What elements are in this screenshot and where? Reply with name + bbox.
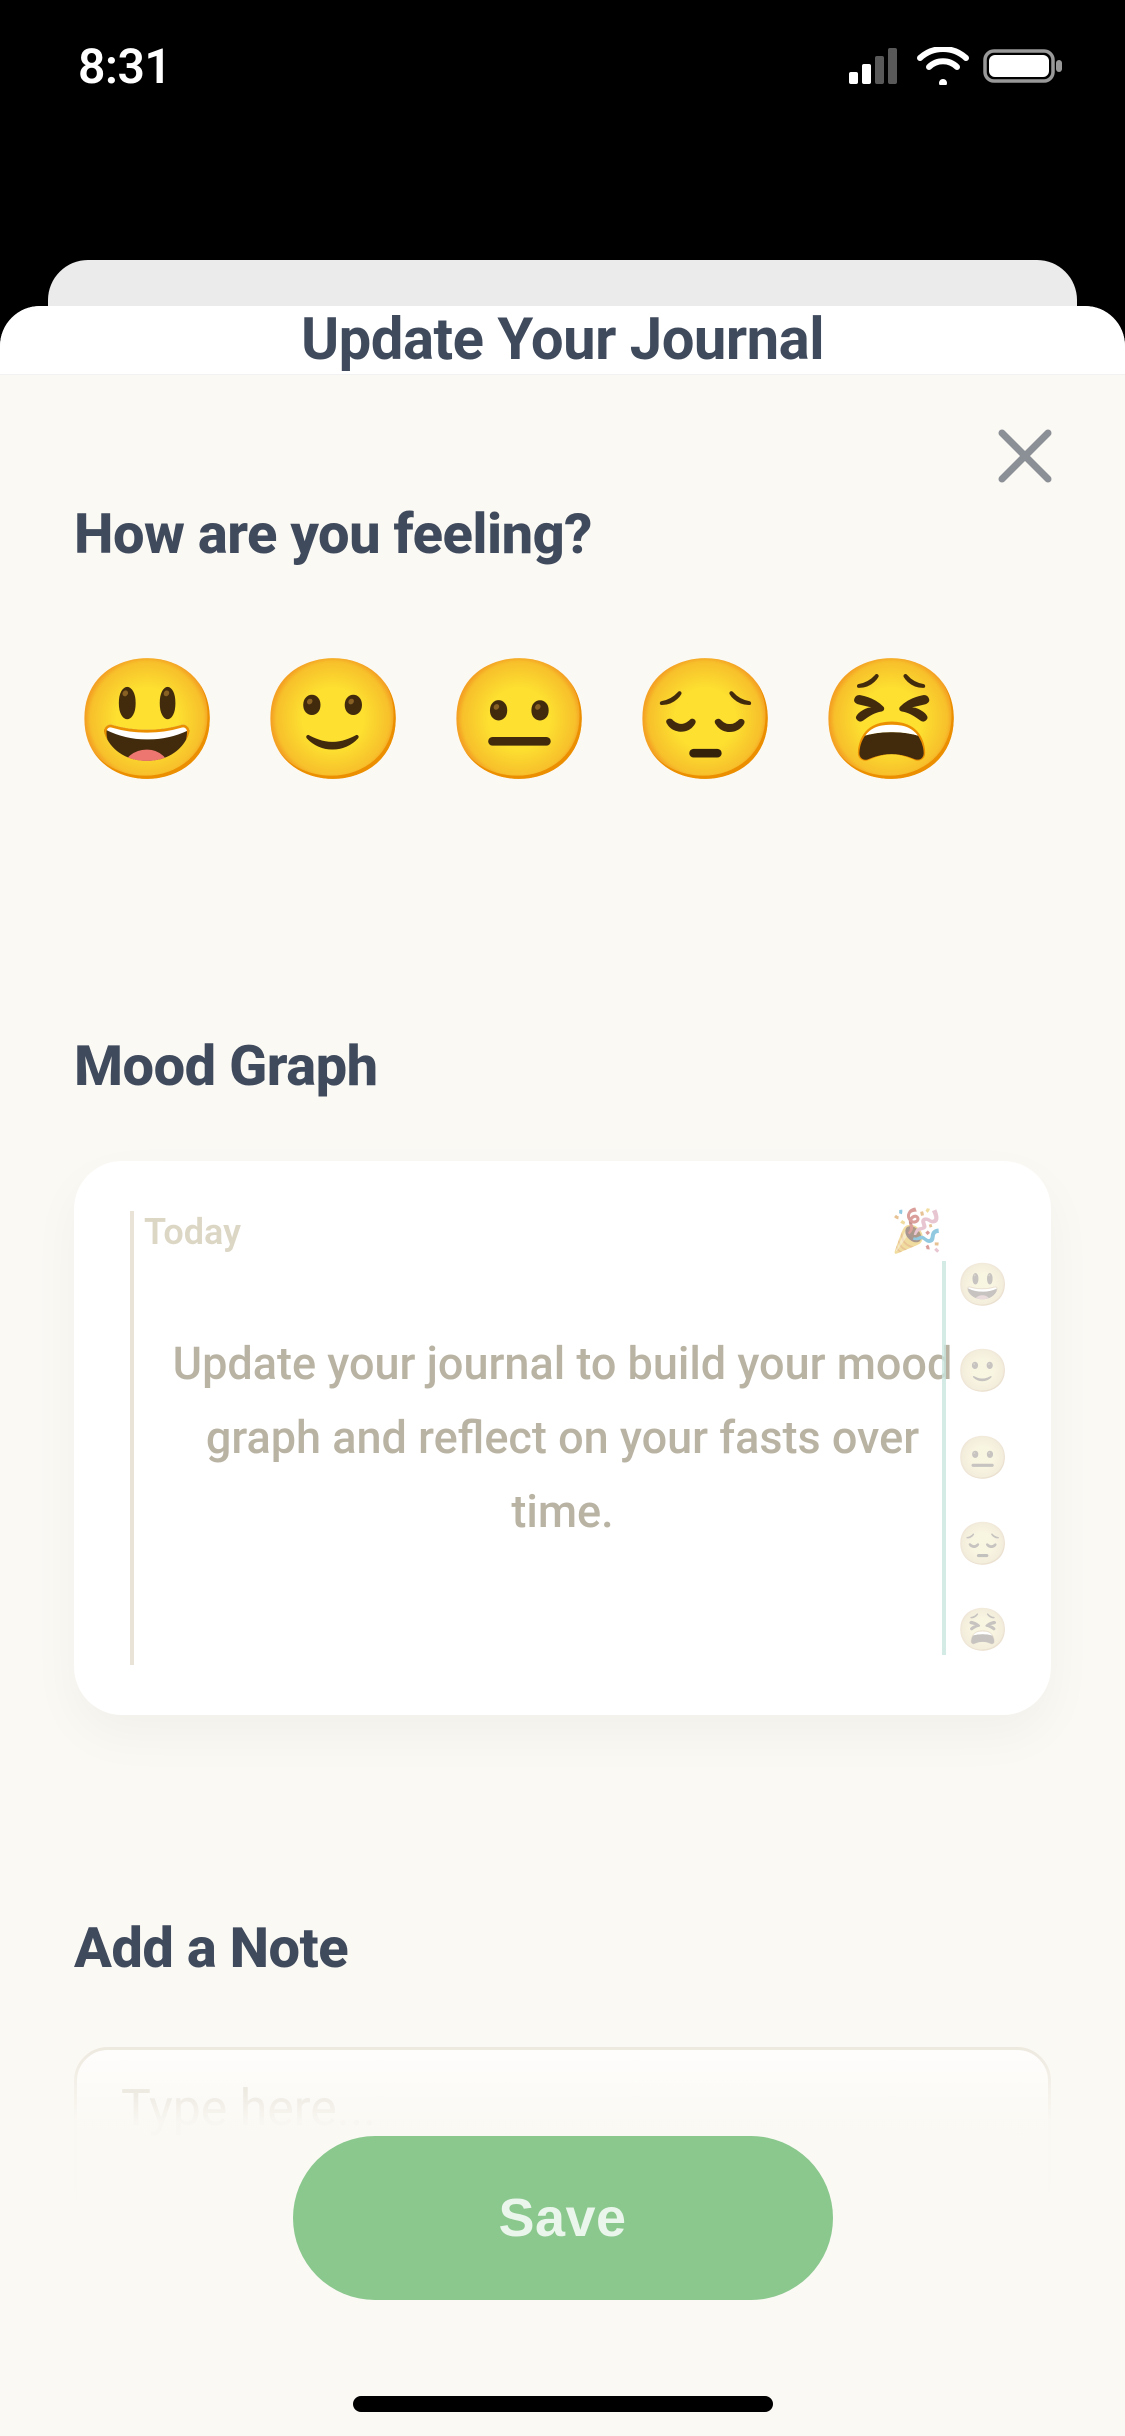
wifi-icon [917, 47, 969, 85]
mood-graph-heading: Mood Graph [74, 1033, 1051, 1099]
mood-option-slightly-happy[interactable]: 🙂 [260, 651, 398, 789]
cellular-signal-icon [849, 48, 903, 84]
sheet-title: Update Your Journal [301, 306, 824, 374]
mood-option-very-sad[interactable]: 😫 [818, 651, 956, 789]
mood-option-sad[interactable]: 😔 [632, 651, 770, 789]
mood-option-happy[interactable]: 😃 [74, 651, 212, 789]
close-button[interactable] [980, 411, 1070, 501]
sheet-header: Update Your Journal [0, 306, 1125, 375]
mood-graph-today-marker [130, 1211, 136, 1665]
journal-sheet: Update Your Journal How are you feeling?… [0, 306, 1125, 2436]
mood-emoji-row: 😃 🙂 😐 😔 😫 [74, 651, 1051, 789]
status-indicators [849, 47, 1065, 85]
mood-scale-icon: 🙂 [957, 1347, 1009, 1396]
save-button[interactable]: Save [293, 2136, 833, 2300]
mood-graph-section: Mood Graph Today 🎉 Update your journal t… [74, 1033, 1051, 1715]
mood-graph-today-label: Today [144, 1211, 241, 1253]
mood-scale-icon: 😫 [957, 1606, 1009, 1655]
mood-graph-scale: 😃 🙂 😐 😔 😫 [953, 1261, 1013, 1655]
save-bar: Save [0, 2016, 1125, 2436]
mood-scale-icon: 😃 [957, 1261, 1009, 1310]
mood-scale-icon: 😔 [957, 1520, 1009, 1569]
battery-icon [983, 47, 1065, 85]
celebrate-icon: 🎉 [891, 1207, 943, 1256]
status-bar: 8:31 [0, 0, 1125, 132]
home-indicator [353, 2396, 773, 2412]
note-heading: Add a Note [74, 1915, 1051, 1981]
viewport: 8:31 [0, 0, 1125, 2436]
feeling-heading: How are you feeling? [74, 501, 1051, 567]
close-icon [994, 425, 1056, 487]
mood-graph-card: Today 🎉 Update your journal to build you… [74, 1161, 1051, 1715]
mood-graph-axis [942, 1261, 946, 1655]
mood-scale-icon: 😐 [957, 1434, 1009, 1483]
mood-graph-empty-text: Update your journal to build your mood g… [153, 1327, 973, 1549]
status-time: 8:31 [78, 38, 171, 95]
feeling-section: How are you feeling? 😃 🙂 😐 😔 😫 [74, 375, 1051, 789]
mood-option-neutral[interactable]: 😐 [446, 651, 584, 789]
